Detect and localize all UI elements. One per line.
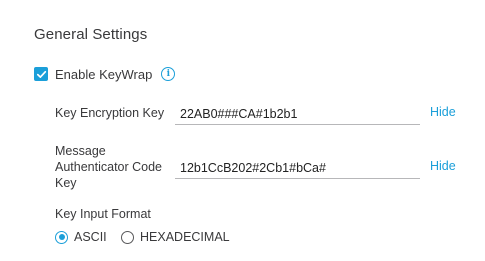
- mac-key-input[interactable]: [175, 157, 420, 179]
- checkmark-icon: [36, 70, 46, 78]
- mac-key-label-line1: Message: [55, 144, 106, 158]
- radio-selected-dot: [58, 234, 65, 240]
- enable-keywrap-row[interactable]: Enable KeyWrap i: [34, 66, 176, 82]
- mac-key-label-line3: Key: [55, 176, 77, 190]
- key-encryption-key-hide-link[interactable]: Hide: [430, 105, 456, 119]
- enable-keywrap-checkbox[interactable]: [34, 67, 48, 81]
- hexadecimal-radio-label[interactable]: HEXADECIMAL: [140, 230, 230, 244]
- ascii-radio[interactable]: [55, 230, 68, 244]
- section-title: General Settings: [34, 26, 148, 43]
- info-icon[interactable]: i: [161, 67, 176, 81]
- ascii-radio-label[interactable]: ASCII: [74, 230, 107, 244]
- key-encryption-key-label: Key Encryption Key: [55, 106, 165, 120]
- radio-option-ascii[interactable]: ASCII: [55, 229, 107, 245]
- mac-key-hide-link[interactable]: Hide: [430, 159, 456, 173]
- hexadecimal-radio[interactable]: [121, 230, 134, 244]
- key-encryption-key-input[interactable]: [175, 103, 420, 125]
- mac-key-label-line2: Authenticator Code: [55, 160, 163, 174]
- enable-keywrap-label[interactable]: Enable KeyWrap: [55, 67, 152, 82]
- key-input-format-label: Key Input Format: [55, 207, 151, 221]
- radio-option-hexadecimal[interactable]: HEXADECIMAL: [121, 229, 230, 245]
- mac-key-label: Message Authenticator Code Key: [55, 143, 162, 191]
